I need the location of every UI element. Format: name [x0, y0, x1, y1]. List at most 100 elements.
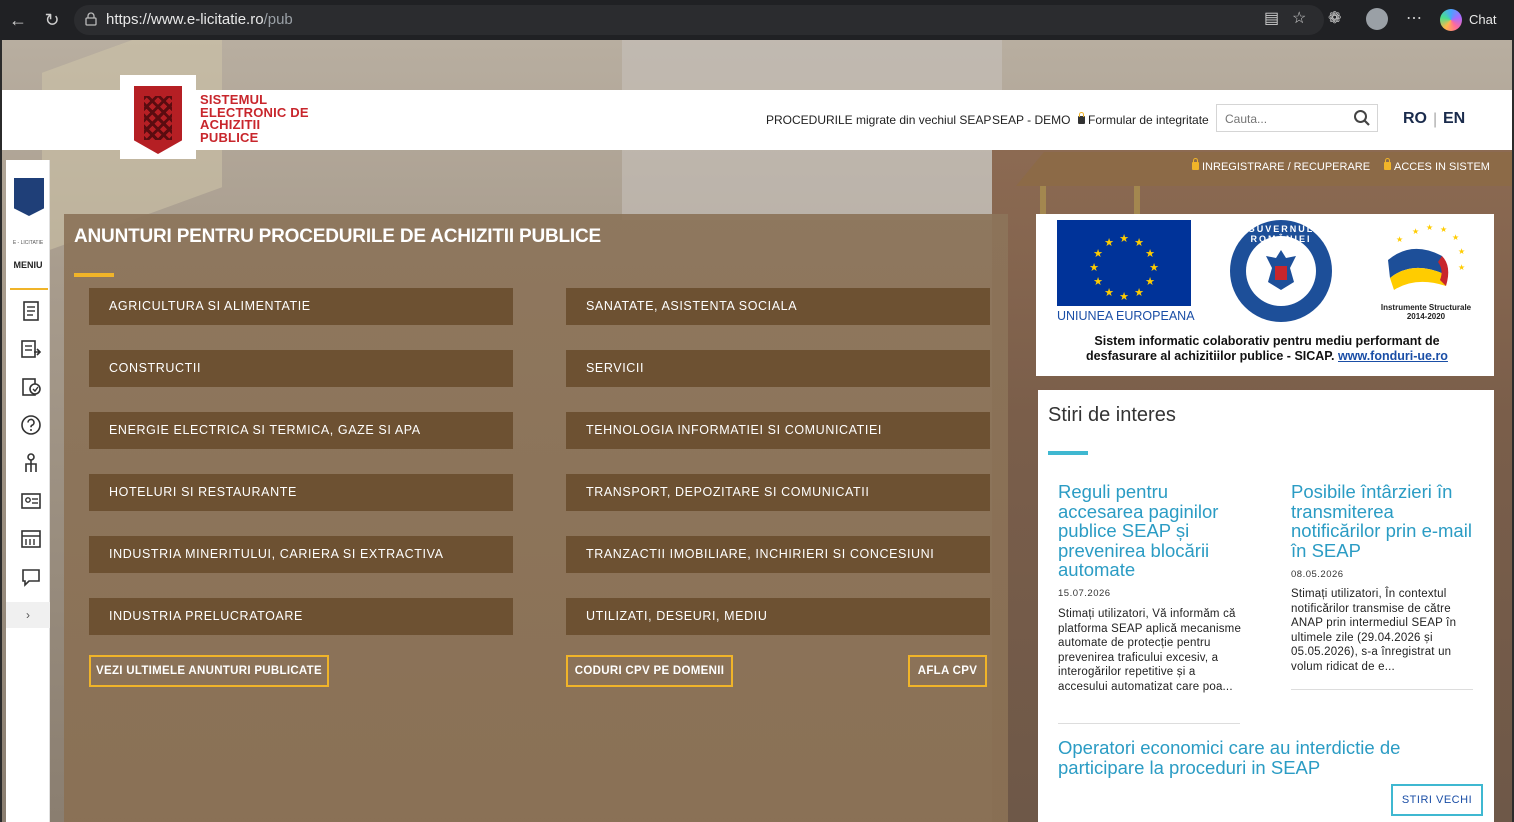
chat-bubble-icon[interactable] [20, 566, 42, 588]
search-input[interactable] [1225, 109, 1345, 129]
category-button[interactable]: ENERGIE ELECTRICA SI TERMICA, GAZE SI AP… [89, 412, 513, 449]
sidebar-menu-label[interactable]: MENIU [6, 260, 50, 270]
news-title: Stiri de interes [1048, 404, 1176, 426]
register-label: INREGISTRARE / RECUPERARE [1202, 161, 1371, 173]
chat-button[interactable]: Chat [1438, 6, 1504, 34]
svg-text:★: ★ [1134, 286, 1144, 299]
category-button[interactable]: SANATATE, ASISTENTA SOCIALA [566, 288, 990, 325]
clipboard-check-icon[interactable] [20, 376, 42, 398]
lock-icon [1192, 158, 1199, 170]
back-arrow-icon[interactable]: ← [8, 10, 28, 30]
category-button[interactable]: UTILIZATI, DESEURI, MEDIU [566, 598, 990, 635]
government-seal-text: GUVERNUL ROMÂNIEI [1247, 224, 1315, 244]
url-host: https://www.e-licitatie.ro [106, 11, 264, 28]
help-icon[interactable] [20, 414, 42, 436]
category-button[interactable]: HOTELURI SI RESTAURANTE [89, 474, 513, 511]
category-button[interactable]: TRANZACTII IMOBILIARE, INCHIRIERI SI CON… [566, 536, 990, 573]
reader-mode-icon[interactable]: ▤ [1264, 8, 1279, 32]
chart-board-icon[interactable] [20, 528, 42, 550]
formular-integritate-link[interactable]: Formular de integritate [1078, 112, 1209, 127]
title-underline [74, 273, 114, 277]
site-info-lock-icon[interactable] [84, 12, 98, 26]
latest-announcements-button[interactable]: VEZI ULTIMELE ANUNTURI PUBLICATE [89, 655, 329, 687]
instrumente-structurale-label: Instrumente Structurale 2014-2020 [1374, 303, 1478, 321]
news-date: 08.05.2026 [1291, 569, 1344, 580]
profile-avatar-icon[interactable] [1366, 8, 1388, 30]
sidebar-expand-button[interactable]: › [6, 602, 50, 628]
news-body: Stimați utilizatori, Vă informăm că plat… [1058, 608, 1242, 693]
category-button[interactable]: CONSTRUCTII [89, 350, 513, 387]
fonduri-ue-link[interactable]: www.fonduri-ue.ro [1338, 349, 1448, 363]
page-background: SISTEMUL ELECTRONIC DE ACHIZITII PUBLICE… [2, 40, 1512, 822]
document-icon[interactable] [20, 300, 42, 322]
chat-label: Chat [1469, 12, 1497, 27]
category-button[interactable]: SERVICII [566, 350, 990, 387]
copilot-icon [1440, 9, 1462, 31]
seap-demo-link[interactable]: SEAP - DEMO [992, 113, 1070, 127]
browser-toolbar: ← ↻ https://www.e-licitatie.ro/pub ▤ ☆ ❁… [0, 0, 1514, 40]
category-button[interactable]: INDUSTRIA MINERITULUI, CARIERA SI EXTRAC… [89, 536, 513, 573]
news-headline[interactable]: Posibile întârzieri în transmiterea noti… [1291, 482, 1477, 560]
user-tree-icon[interactable] [20, 452, 42, 474]
svg-text:★: ★ [1145, 275, 1155, 288]
eagle-coat-of-arms-icon [1266, 250, 1296, 290]
news-body: Stimați utilizatori, În contextul notifi… [1291, 588, 1457, 673]
operatori-interdictie-link[interactable]: Operatori economici care au interdictie … [1058, 738, 1478, 777]
svg-text:★: ★ [1440, 225, 1447, 234]
news-headline[interactable]: Reguli pentru accesarea paginilor public… [1058, 482, 1248, 580]
svg-text:★: ★ [1119, 232, 1129, 245]
url-text[interactable]: https://www.e-licitatie.ro/pub [106, 11, 293, 28]
logo-line: PUBLICE [200, 129, 259, 145]
eu-flag-icon: ★ ★★★ ★★★★ ★★★★ [1057, 220, 1191, 306]
category-button[interactable]: TRANSPORT, DEPOZITARE SI COMUNICATII [566, 474, 990, 511]
e-licitatie-logo-icon[interactable] [14, 178, 44, 216]
url-path: /pub [263, 11, 293, 28]
eu-label: UNIUNEA EUROPEANA [1057, 309, 1195, 323]
afla-cpv-button[interactable]: AFLA CPV [908, 655, 987, 687]
search-icon[interactable] [1353, 109, 1371, 127]
list-export-icon[interactable] [20, 338, 42, 360]
svg-text:★: ★ [1104, 236, 1114, 249]
panel-title: ANUNTURI PENTRU PROCEDURILE DE ACHIZITII… [74, 226, 601, 247]
svg-text:★: ★ [1145, 247, 1155, 260]
access-link[interactable]: ACCES IN SISTEM [1384, 158, 1490, 173]
svg-text:★: ★ [1089, 261, 1099, 274]
more-options-icon[interactable]: ⋯ [1406, 8, 1422, 32]
svg-text:★: ★ [1093, 247, 1103, 260]
id-card-icon[interactable] [20, 490, 42, 512]
left-sidebar: E - LICITATIE MENIU › [6, 160, 50, 822]
lang-en[interactable]: EN [1443, 110, 1465, 128]
news-separator [1291, 689, 1473, 690]
is-label-line: 2014-2020 [1406, 312, 1446, 321]
news-date: 15.07.2026 [1058, 588, 1111, 599]
address-bar[interactable]: https://www.e-licitatie.ro/pub [74, 5, 1324, 35]
seap-shield-icon[interactable] [134, 86, 182, 154]
site-logo-text[interactable]: SISTEMUL ELECTRONIC DE ACHIZITII PUBLICE [200, 93, 320, 145]
lock-icon [1078, 112, 1085, 124]
search-box [1216, 104, 1378, 132]
lang-separator: | [1433, 111, 1438, 128]
news-title-underline [1048, 451, 1088, 455]
register-link[interactable]: INREGISTRARE / RECUPERARE [1192, 158, 1371, 173]
cpv-codes-button[interactable]: CODURI CPV PE DOMENII [566, 655, 733, 687]
lang-ro[interactable]: RO [1403, 110, 1427, 128]
access-label: ACCES IN SISTEM [1394, 161, 1490, 173]
category-button[interactable]: INDUSTRIA PRELUCRATOARE [89, 598, 513, 635]
svg-text:★: ★ [1452, 233, 1459, 242]
svg-text:★: ★ [1458, 247, 1465, 256]
category-button[interactable]: AGRICULTURA SI ALIMENTATIE [89, 288, 513, 325]
instrumente-structurale-logo-icon: ★ ★ ★ ★ ★ ★ ★ [1388, 223, 1465, 290]
favorite-star-icon[interactable]: ☆ [1292, 8, 1306, 32]
sidebar-divider [10, 288, 48, 290]
sidebar-small-label: E - LICITATIE [12, 240, 44, 246]
refresh-icon[interactable]: ↻ [42, 10, 62, 30]
svg-text:★: ★ [1149, 261, 1159, 274]
lock-icon [1384, 158, 1391, 170]
proceduri-migrate-link[interactable]: PROCEDURILE migrate din vechiul SEAP [766, 113, 991, 127]
svg-text:★: ★ [1426, 223, 1433, 232]
svg-text:★: ★ [1396, 235, 1403, 244]
category-button[interactable]: TEHNOLOGIA INFORMATIEI SI COMUNICATIEI [566, 412, 990, 449]
old-news-button[interactable]: STIRI VECHI [1391, 784, 1483, 816]
extensions-icon[interactable]: ❁ [1328, 8, 1341, 32]
sicap-desc-line: desfasurare al achizitiilor publice - SI… [1042, 349, 1492, 364]
